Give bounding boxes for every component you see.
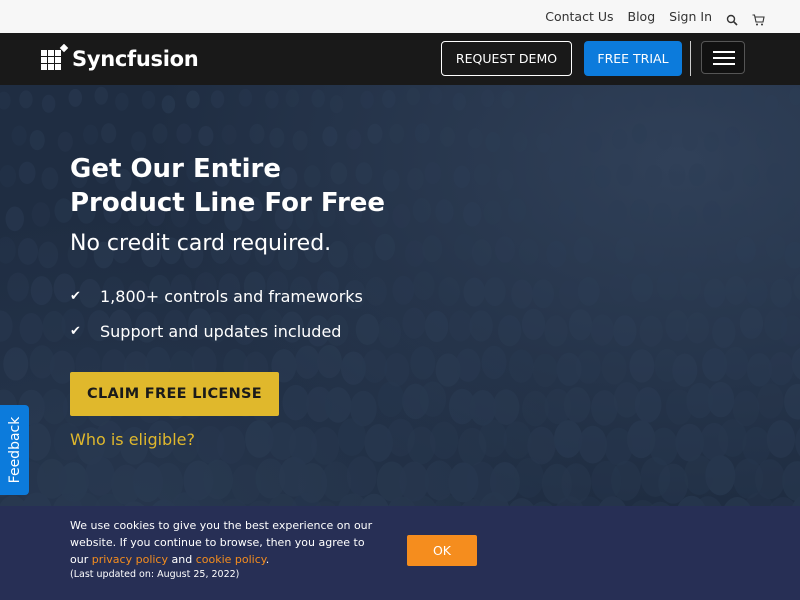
feedback-label: Feedback: [6, 416, 23, 484]
search-icon[interactable]: [726, 11, 738, 26]
privacy-policy-link[interactable]: privacy policy: [92, 553, 168, 566]
cart-icon[interactable]: [752, 11, 765, 25]
header-divider: [690, 41, 691, 76]
hero-subtitle: No credit card required.: [70, 231, 332, 256]
claim-free-license-button[interactable]: CLAIM FREE LICENSE: [70, 372, 279, 416]
feature-text: Support and updates included: [100, 322, 342, 341]
cookie-message: We use cookies to give you the best expe…: [70, 517, 380, 568]
request-demo-button[interactable]: REQUEST DEMO: [441, 41, 572, 76]
feedback-tab[interactable]: Feedback: [0, 405, 29, 495]
logo-mark-icon: [40, 43, 70, 74]
blog-link[interactable]: Blog: [628, 9, 656, 24]
feature-item: ✔ Support and updates included: [70, 322, 341, 341]
free-trial-button[interactable]: FREE TRIAL: [584, 41, 682, 76]
utility-links: Contact Us Blog Sign In: [531, 0, 765, 33]
check-icon: ✔: [70, 324, 81, 339]
cookie-policy-link[interactable]: cookie policy: [196, 553, 266, 566]
cookie-last-updated: (Last updated on: August 25, 2022): [70, 569, 240, 580]
syncfusion-logo[interactable]: Syncfusion: [40, 41, 200, 77]
cookie-banner: We use cookies to give you the best expe…: [0, 506, 800, 600]
logo-text: Syncfusion: [72, 47, 199, 71]
main-header: Syncfusion REQUEST DEMO FREE TRIAL: [0, 33, 800, 85]
hero-title-line-2: Product Line For Free: [70, 188, 386, 218]
feature-item: ✔ 1,800+ controls and frameworks: [70, 287, 363, 306]
cookie-period: .: [265, 553, 270, 566]
hero-title: Get Our Entire Product Line For Free: [70, 152, 470, 220]
contact-us-link[interactable]: Contact Us: [545, 9, 613, 24]
top-utility-bar: Contact Us Blog Sign In: [0, 0, 800, 33]
sign-in-link[interactable]: Sign In: [669, 9, 712, 24]
check-icon: ✔: [70, 289, 81, 304]
hero-title-line-1: Get Our Entire: [70, 154, 282, 184]
who-is-eligible-link[interactable]: Who is eligible?: [70, 430, 195, 449]
feature-text: 1,800+ controls and frameworks: [100, 287, 363, 306]
cookie-and-text: and: [171, 553, 193, 566]
hamburger-menu-icon[interactable]: [701, 41, 745, 74]
cookie-ok-button[interactable]: OK: [407, 535, 477, 566]
